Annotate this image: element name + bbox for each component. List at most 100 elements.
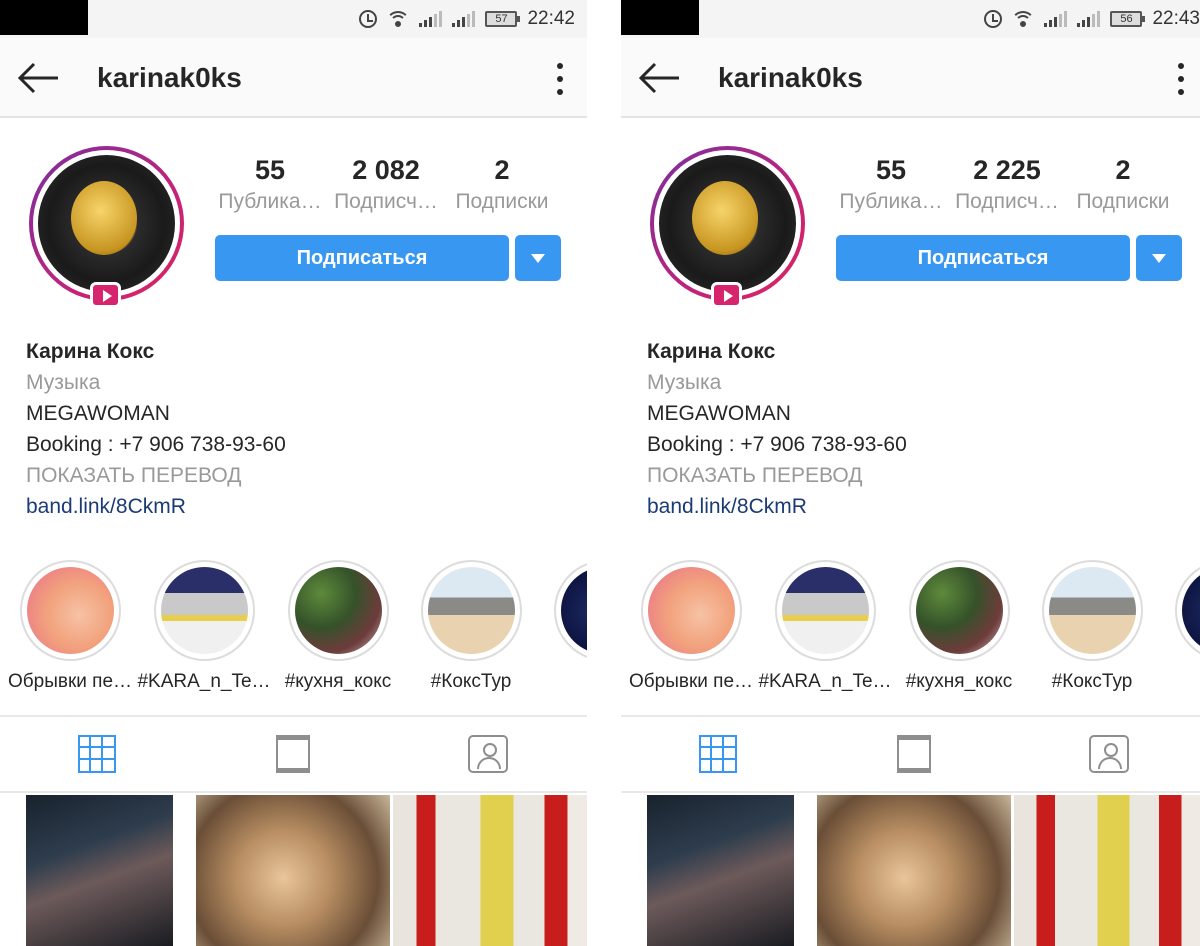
tab-grid[interactable] (78, 735, 118, 775)
stat-value: 55 (875, 155, 907, 185)
highlight-label: #КоксТур (430, 671, 512, 692)
show-translation-link[interactable]: ПОКАЗАТЬ ПЕРЕВОД (26, 460, 566, 491)
tab-feed[interactable] (273, 735, 313, 775)
stat-posts[interactable]: 55 Публика… (835, 152, 947, 216)
highlight-cover (427, 567, 515, 654)
post-thumbnail[interactable] (1014, 795, 1200, 946)
post-grid (0, 795, 587, 946)
tab-tagged[interactable] (1089, 735, 1129, 775)
highlight-label: #KARA_n_Te… (137, 671, 271, 692)
highlight-cover (781, 567, 869, 654)
follow-button[interactable]: Подписаться (836, 235, 1130, 281)
highlight-item[interactable]: S (537, 560, 587, 693)
grid-icon (699, 735, 737, 773)
post-thumbnail[interactable] (26, 795, 173, 946)
bio-line: MEGAWOMAN (26, 402, 170, 425)
profile-tab-bar (0, 715, 587, 793)
profile-tab-bar (621, 715, 1200, 793)
status-bar: 56 22:43 (621, 0, 1200, 38)
highlight-cover (26, 567, 114, 654)
highlight-item[interactable]: Обрывки пе… (624, 560, 758, 693)
feed-icon (276, 735, 310, 773)
highlight-item[interactable]: #кухня_кокс (271, 560, 405, 693)
tab-grid[interactable] (699, 735, 739, 775)
follow-button[interactable]: Подписаться (215, 235, 509, 281)
dropdown-chevron-icon[interactable] (515, 235, 561, 281)
highlight-item[interactable]: #KARA_n_Te… (137, 560, 271, 693)
signal-icon (419, 11, 443, 27)
stat-followers[interactable]: 2 082 Подписч… (330, 152, 442, 216)
status-redaction (0, 0, 88, 35)
signal-icon (1077, 11, 1101, 27)
stat-value: 2 225 (973, 155, 1041, 185)
tab-tagged[interactable] (468, 735, 508, 775)
battery-icon: 56 (1110, 11, 1146, 27)
stat-following[interactable]: 2 Подписки (446, 152, 558, 216)
profile-bio: Карина Кокс Музыка MEGAWOMAN Booking : +… (647, 336, 1187, 522)
stat-label: Подписки (455, 190, 549, 213)
highlight-cover (1181, 567, 1200, 654)
profile-category: Музыка (647, 371, 722, 394)
bio-line: Booking : +7 906 738-93-60 (647, 433, 907, 456)
signal-icon (1044, 11, 1068, 27)
stat-value: 2 (1115, 155, 1131, 185)
wifi-icon (387, 11, 410, 27)
bio-line: MEGAWOMAN (647, 402, 791, 425)
stat-label: Подписч… (955, 190, 1059, 213)
top-app-bar: karinak0ks (621, 38, 1200, 118)
stat-value: 55 (254, 155, 286, 185)
profile-username: karinak0ks (718, 62, 863, 93)
back-arrow-icon[interactable] (16, 60, 60, 96)
stat-posts[interactable]: 55 Публика… (214, 152, 326, 216)
igtv-icon (711, 282, 742, 308)
dropdown-chevron-icon[interactable] (1136, 235, 1182, 281)
top-app-bar: karinak0ks (0, 38, 587, 118)
alarm-icon (359, 10, 378, 28)
wifi-icon (1012, 11, 1035, 27)
profile-screen-left: 57 22:42 karinak0ks 55 Публика… 2 082 По… (0, 0, 587, 946)
highlight-cover (915, 567, 1003, 654)
highlight-label: Обрывки пе… (628, 671, 754, 692)
highlight-label: Обрывки пе… (7, 671, 133, 692)
more-vertical-icon[interactable] (555, 63, 565, 95)
bio-website-link[interactable]: band.link/8CkmR (26, 491, 566, 522)
highlight-item[interactable]: #КоксТур (1025, 560, 1159, 693)
more-vertical-icon[interactable] (1176, 63, 1186, 95)
highlight-label: #кухня_кокс (905, 671, 1013, 692)
feed-icon (897, 735, 931, 773)
highlight-cover (560, 567, 587, 654)
profile-avatar[interactable] (29, 146, 184, 308)
stat-label: Подписки (1076, 190, 1170, 213)
story-highlights: Обрывки пе… #KARA_n_Te… #кухня_кокс #Кок… (621, 560, 1200, 700)
stat-value: 2 082 (352, 155, 420, 185)
show-translation-link[interactable]: ПОКАЗАТЬ ПЕРЕВОД (647, 460, 1187, 491)
post-thumbnail[interactable] (647, 795, 794, 946)
profile-avatar[interactable] (650, 146, 805, 308)
tab-feed[interactable] (894, 735, 934, 775)
stat-following[interactable]: 2 Подписки (1067, 152, 1179, 216)
story-highlights: Обрывки пе… #KARA_n_Te… #кухня_кокс #Кок… (0, 560, 587, 700)
stat-value: 2 (494, 155, 510, 185)
stat-followers[interactable]: 2 225 Подписч… (951, 152, 1063, 216)
post-thumbnail[interactable] (817, 795, 1011, 946)
post-thumbnail[interactable] (196, 795, 390, 946)
post-thumbnail[interactable] (393, 795, 587, 946)
profile-full-name: Карина Кокс (647, 340, 776, 363)
highlight-cover (294, 567, 382, 654)
highlight-item[interactable]: Обрывки пе… (3, 560, 137, 693)
profile-category: Музыка (26, 371, 101, 394)
highlight-item[interactable]: #KARA_n_Te… (758, 560, 892, 693)
signal-icon (452, 11, 476, 27)
highlight-item[interactable]: #КоксТур (404, 560, 538, 693)
profile-stats: 55 Публика… 2 082 Подписч… 2 Подписки (214, 152, 559, 227)
status-bar: 57 22:42 (0, 0, 587, 38)
highlight-label: S (1158, 671, 1200, 693)
highlight-label: #КоксТур (1051, 671, 1133, 692)
highlight-item[interactable]: S (1158, 560, 1200, 693)
back-arrow-icon[interactable] (637, 60, 681, 96)
highlight-item[interactable]: #кухня_кокс (892, 560, 1026, 693)
status-time: 22:43 (1152, 8, 1200, 29)
bio-website-link[interactable]: band.link/8CkmR (647, 491, 1187, 522)
highlight-cover (1048, 567, 1136, 654)
profile-username: karinak0ks (97, 62, 242, 93)
